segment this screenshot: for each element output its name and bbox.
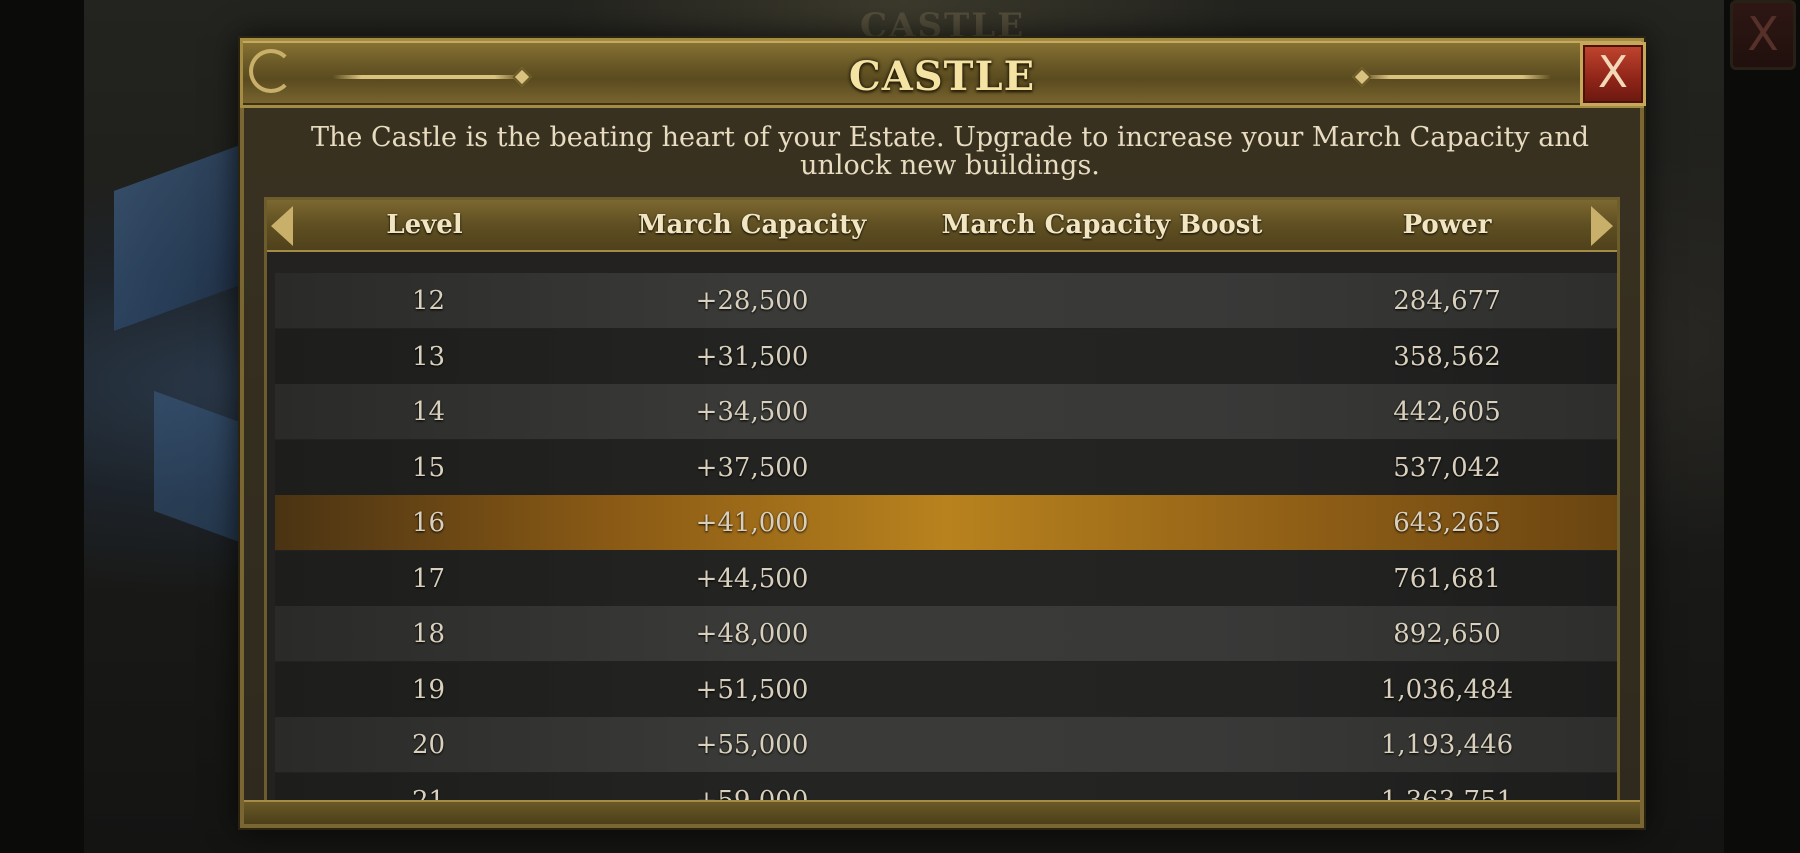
table-row[interactable]: 21 +59,000 1,363,751 [275, 772, 1617, 802]
cell-power: 1,036,484 [1380, 674, 1514, 705]
header-right-arrow-icon [1591, 206, 1613, 246]
dialog-bottom-frame [244, 800, 1640, 824]
dialog-description: The Castle is the beating heart of your … [310, 122, 1589, 181]
cell-power: 537,042 [1393, 452, 1501, 483]
table-row[interactable]: 17 +44,500 761,681 [275, 550, 1617, 606]
cell-march-capacity: +55,000 [695, 730, 809, 760]
cell-march-capacity: +48,000 [695, 619, 809, 649]
cell-march-capacity: +37,500 [695, 452, 809, 483]
table-row[interactable]: 15 +37,500 537,042 [275, 439, 1617, 495]
cell-level: 14 [411, 397, 446, 427]
cell-level: 20 [411, 730, 446, 760]
dialog-title-bar: CASTLE [240, 38, 1644, 108]
cell-march-capacity: +28,500 [695, 286, 809, 316]
table-row[interactable]: 14 +34,500 442,605 [275, 384, 1617, 439]
cell-march-capacity: +44,500 [695, 563, 809, 594]
cell-march-capacity: +34,500 [695, 397, 809, 427]
header-power: Power [1402, 210, 1492, 240]
dialog-title: CASTLE [848, 53, 1036, 100]
table-row[interactable]: 19 +51,500 1,036,484 [275, 661, 1617, 717]
cell-level: 12 [411, 286, 446, 316]
cell-power: 442,605 [1393, 397, 1501, 427]
cell-level: 16 [411, 508, 446, 538]
header-march-capacity-boost: March Capacity Boost [941, 210, 1263, 240]
cell-march-capacity: +41,000 [695, 508, 809, 538]
cell-level: 17 [411, 563, 446, 594]
level-table: Level March Capacity March Capacity Boos… [264, 197, 1620, 805]
close-icon: X [1597, 47, 1629, 98]
table-body-scroll[interactable]: 12 +28,500 284,677 13 +31,500 358,562 14 +34,50… [267, 252, 1617, 802]
table-row[interactable]: 12 +28,500 284,677 [275, 273, 1617, 328]
cell-power: 358,562 [1393, 341, 1501, 372]
cell-level: 19 [411, 674, 446, 705]
header-level: Level [386, 210, 463, 240]
cell-march-capacity: +51,500 [695, 674, 809, 705]
table-row[interactable]: 18 +48,000 892,650 [275, 606, 1617, 661]
table-row[interactable]: 13 +31,500 358,562 [275, 328, 1617, 384]
cell-march-capacity: +31,500 [695, 341, 809, 372]
cell-power: 643,265 [1393, 508, 1501, 538]
table-header: Level March Capacity March Capacity Boos… [267, 200, 1617, 252]
close-button[interactable]: X [1580, 42, 1646, 106]
background-close-icon: X [1730, 0, 1796, 70]
cell-power: 761,681 [1393, 563, 1501, 594]
header-march-capacity: March Capacity [637, 210, 867, 240]
cell-power: 1,193,446 [1380, 730, 1514, 760]
cell-power: 284,677 [1393, 286, 1501, 316]
cell-power: 892,650 [1393, 619, 1501, 649]
cell-level: 15 [411, 452, 446, 483]
cell-level: 13 [411, 341, 446, 372]
table-row[interactable]: 20 +55,000 1,193,446 [275, 717, 1617, 772]
cell-level: 18 [411, 619, 446, 649]
table-row[interactable]: 16 +41,000 643,265 [275, 495, 1617, 550]
